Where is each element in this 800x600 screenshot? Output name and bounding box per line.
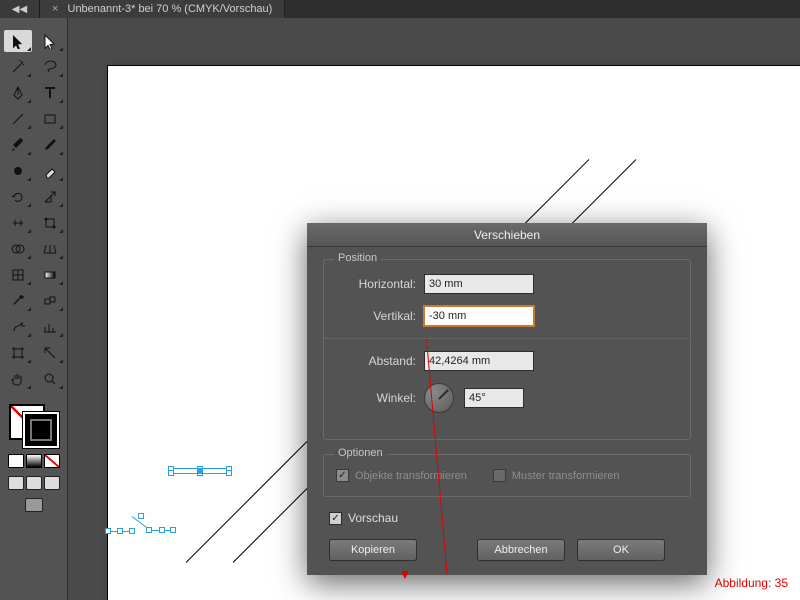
transform-patterns-label: Muster transformieren: [512, 470, 620, 482]
vertical-input[interactable]: [424, 306, 534, 326]
dialog-title: Verschieben: [307, 223, 707, 247]
preview-label: Vorschau: [348, 511, 398, 525]
angle-knob[interactable]: [424, 383, 454, 413]
ok-button[interactable]: OK: [577, 539, 665, 561]
paintbrush-tool[interactable]: [4, 134, 32, 156]
rotate-tool[interactable]: [4, 186, 32, 208]
gradient-tool[interactable]: [36, 264, 64, 286]
document-tab-bar: ◀◀ × Unbenannt-3* bei 70 % (CMYK/Vorscha…: [0, 0, 800, 18]
divider: [324, 338, 690, 339]
pen-tool[interactable]: [4, 82, 32, 104]
transform-objects-label: Objekte transformieren: [355, 470, 467, 482]
figure-caption: Abbildung: 35: [715, 576, 788, 590]
color-mode-gradient-icon[interactable]: [26, 454, 42, 468]
mesh-tool[interactable]: [4, 264, 32, 286]
horizontal-label: Horizontal:: [336, 277, 424, 291]
color-mode-none-icon[interactable]: [44, 454, 60, 468]
slice-tool[interactable]: [36, 342, 64, 364]
panel-collapse-icon[interactable]: ◀◀: [0, 0, 40, 18]
angle-label: Winkel:: [336, 391, 424, 405]
blob-brush-tool[interactable]: [4, 160, 32, 182]
eraser-tool[interactable]: [36, 160, 64, 182]
transform-patterns-checkbox[interactable]: [493, 469, 506, 482]
transform-objects-checkbox[interactable]: ✓: [336, 469, 349, 482]
draw-normal-icon[interactable]: [8, 476, 24, 490]
cancel-button[interactable]: Abbrechen: [477, 539, 565, 561]
column-graph-tool[interactable]: [36, 316, 64, 338]
angle-input[interactable]: [464, 388, 524, 408]
screen-mode-icon[interactable]: [25, 498, 43, 512]
free-transform-tool[interactable]: [36, 212, 64, 234]
width-tool[interactable]: [4, 212, 32, 234]
line-segment-tool[interactable]: [4, 108, 32, 130]
selection-bounding-box: [170, 468, 230, 474]
symbol-sprayer-tool[interactable]: [4, 316, 32, 338]
type-tool[interactable]: [36, 82, 64, 104]
draw-mode-row: [0, 476, 67, 490]
direct-selection-tool[interactable]: [36, 30, 64, 52]
rectangle-tool[interactable]: [36, 108, 64, 130]
color-mode-row: [0, 454, 67, 468]
magic-wand-tool[interactable]: [4, 56, 32, 78]
document-title: Unbenannt-3* bei 70 % (CMYK/Vorschau): [68, 3, 273, 15]
options-fieldset: Optionen ✓ Objekte transformieren Muster…: [323, 454, 691, 497]
close-tab-icon[interactable]: ×: [52, 3, 58, 15]
position-fieldset: Position Horizontal: Vertikal: Abstand: …: [323, 259, 691, 440]
copy-button[interactable]: Kopieren: [329, 539, 417, 561]
shape-builder-tool[interactable]: [4, 238, 32, 260]
perspective-grid-tool[interactable]: [36, 238, 64, 260]
lasso-tool[interactable]: [36, 56, 64, 78]
position-legend: Position: [334, 252, 381, 264]
blend-tool[interactable]: [36, 290, 64, 312]
horizontal-input[interactable]: [424, 274, 534, 294]
scale-tool[interactable]: [36, 186, 64, 208]
document-tab[interactable]: × Unbenannt-3* bei 70 % (CMYK/Vorschau): [40, 0, 285, 18]
preview-checkbox[interactable]: ✓: [329, 512, 342, 525]
move-dialog: Verschieben Position Horizontal: Vertika…: [307, 223, 707, 575]
zoom-tool[interactable]: [36, 368, 64, 390]
pencil-tool[interactable]: [36, 134, 64, 156]
tools-panel: [0, 18, 68, 600]
selection-tool[interactable]: [4, 30, 32, 52]
fill-stroke-swatch[interactable]: [9, 404, 59, 448]
artboard-tool[interactable]: [4, 342, 32, 364]
options-legend: Optionen: [334, 447, 387, 459]
annotation-arrowhead: [401, 571, 409, 579]
vertical-label: Vertikal:: [336, 309, 424, 323]
distance-label: Abstand:: [336, 354, 424, 368]
draw-inside-icon[interactable]: [44, 476, 60, 490]
hand-tool[interactable]: [4, 368, 32, 390]
stroke-swatch[interactable]: [23, 412, 59, 448]
eyedropper-tool[interactable]: [4, 290, 32, 312]
distance-input[interactable]: [424, 351, 534, 371]
draw-behind-icon[interactable]: [26, 476, 42, 490]
selected-path: [108, 516, 188, 546]
color-mode-solid-icon[interactable]: [8, 454, 24, 468]
screen-mode-row: [0, 498, 67, 512]
